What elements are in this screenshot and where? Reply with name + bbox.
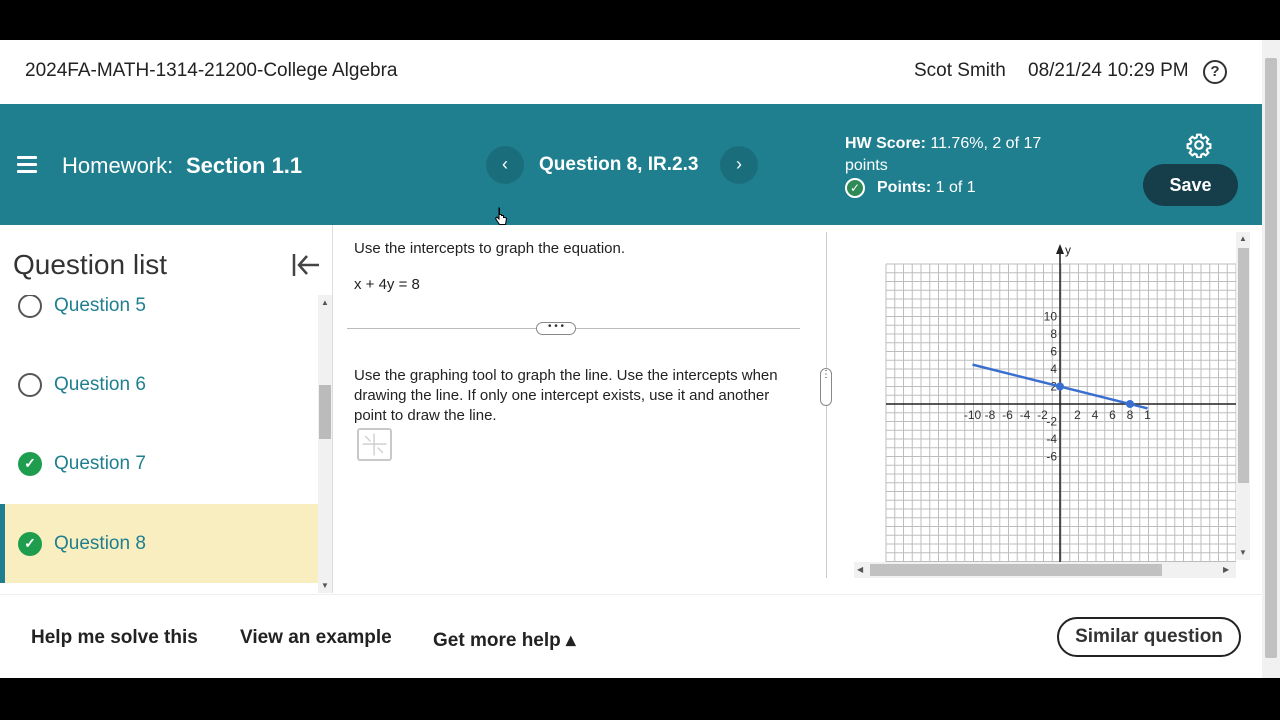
section-title: Section 1.1 (186, 153, 303, 178)
question-prompt: Use the intercepts to graph the equation… (354, 240, 626, 257)
plotted-point[interactable] (1126, 400, 1134, 408)
y-axis-label: y (1065, 243, 1071, 257)
scrollbar-thumb[interactable] (870, 564, 1162, 576)
x-tick-label: 1 (1144, 408, 1151, 422)
hw-score-label: HW Score: (845, 135, 926, 152)
y-tick-label: -4 (1046, 432, 1057, 446)
scroll-up-icon[interactable]: ▲ (1239, 234, 1247, 243)
question-list-scrollbar[interactable]: ▲ ▼ (318, 295, 332, 593)
unanswered-circle-icon (18, 295, 42, 318)
y-axis-arrow-icon (1056, 244, 1064, 254)
homework-label: Homework: (62, 153, 174, 178)
bottom-help-bar: Help me solve this View an example Get m… (0, 594, 1262, 678)
view-example-link[interactable]: View an example (240, 627, 392, 649)
x-tick-label: 6 (1109, 408, 1116, 422)
page-scrollbar[interactable] (1262, 40, 1280, 678)
scroll-right-icon[interactable]: ▶ (1223, 565, 1229, 574)
next-question-button[interactable]: › (720, 146, 758, 184)
coordinate-graph[interactable]: y-10 -8 -6 -4 -2 2 4 6 8 1108642-2-4-6 (854, 232, 1237, 562)
scroll-down-icon[interactable]: ▼ (321, 581, 329, 590)
question-label: Question 7 (54, 452, 146, 474)
app-frame: 2024FA-MATH-1314-21200-College Algebra S… (0, 40, 1280, 678)
plotted-point[interactable] (1056, 382, 1064, 391)
instruction-text: Use the graphing tool to graph the line.… (354, 367, 778, 424)
homework-nav: Homework: Section 1.1 ‹ Question 8, IR.2… (0, 104, 1262, 225)
unanswered-circle-icon (18, 372, 42, 397)
y-tick-label: 6 (1050, 345, 1057, 359)
y-tick-label: 8 (1050, 327, 1057, 341)
top-header: 2024FA-MATH-1314-21200-College Algebra S… (0, 40, 1262, 104)
course-title: 2024FA-MATH-1314-21200-College Algebra (25, 60, 398, 81)
check-circle-icon: ✓ (18, 451, 42, 476)
graph-horizontal-scrollbar[interactable]: ◀ ▶ (854, 562, 1236, 578)
scrollbar-thumb[interactable] (319, 385, 331, 439)
check-circle-icon: ✓ (845, 178, 865, 198)
question-label: Question 5 (54, 295, 146, 316)
mouse-cursor-icon (495, 207, 508, 225)
question-list-items: Question 5 Question 6 ✓ Question 7 ✓ Que… (0, 295, 318, 593)
y-tick-label: 4 (1050, 362, 1057, 376)
x-tick-label: -4 (1020, 408, 1031, 422)
scroll-down-icon[interactable]: ▼ (1239, 548, 1247, 557)
similar-question-button[interactable]: Similar question (1057, 617, 1241, 657)
help-me-solve-link[interactable]: Help me solve this (31, 627, 198, 649)
question-list-item[interactable]: Question 5 (0, 295, 318, 345)
gear-icon[interactable] (1186, 132, 1212, 158)
user-name: Scot Smith (914, 60, 1006, 81)
scrollbar-thumb[interactable] (1265, 58, 1277, 658)
datetime: 08/21/24 10:29 PM (1028, 60, 1189, 81)
x-tick-label: -6 (1002, 408, 1013, 422)
hamburger-menu-icon[interactable] (17, 156, 37, 173)
x-tick-label: 2 (1074, 408, 1081, 422)
previous-question-button[interactable]: ‹ (486, 146, 524, 184)
points-row: ✓ Points: 1 of 1 (845, 178, 976, 198)
points-value: 1 of 1 (935, 179, 976, 196)
scroll-up-icon[interactable]: ▲ (321, 298, 329, 307)
x-tick-label: 8 (1127, 408, 1134, 422)
question-list-item[interactable]: ✓ Question 7 (0, 424, 318, 503)
scroll-left-icon[interactable]: ◀ (857, 565, 863, 574)
x-tick-label: 4 (1092, 408, 1099, 422)
graph-area[interactable]: y -10 -8 -6 -4 -2 2 4 6 8 1 10 8 6 4 2 -2 -4 -6 (854, 232, 1250, 578)
x-tick-label: -10 (964, 408, 982, 422)
resize-handle[interactable]: ⋮ (820, 368, 832, 406)
question-list-item-active[interactable]: ✓ Question 8 (0, 504, 318, 583)
hw-score: HW Score: 11.76%, 2 of 17 points (845, 133, 1085, 177)
points-label: Points: (877, 179, 932, 196)
question-label: Question 8 (54, 532, 146, 554)
question-label: Question 6 (54, 373, 146, 395)
y-tick-label: -6 (1046, 450, 1057, 464)
y-tick-label: 10 (1044, 310, 1058, 324)
get-more-help-dropdown[interactable]: Get more help ▴ (433, 629, 576, 652)
question-content: Use the intercepts to graph the equation… (334, 225, 826, 593)
save-button[interactable]: Save (1143, 164, 1238, 206)
equation: x + 4y = 8 (354, 276, 420, 293)
check-circle-icon: ✓ (18, 531, 42, 556)
x-tick-label: -8 (985, 408, 996, 422)
graph-vertical-scrollbar[interactable]: ▲ ▼ (1236, 232, 1250, 560)
question-list-panel: Question list Question 5 Question 6 ✓ Qu… (0, 225, 333, 593)
y-tick-label: -2 (1046, 415, 1057, 429)
question-list-item[interactable]: Question 6 (0, 345, 318, 424)
help-icon[interactable]: ? (1203, 60, 1227, 84)
graph-tool-icon[interactable] (357, 428, 392, 461)
expand-dots-button[interactable]: • • • (536, 322, 576, 335)
question-title: Question 8, IR.2.3 (539, 154, 699, 175)
scrollbar-thumb[interactable] (1238, 248, 1249, 483)
question-list-title: Question list (13, 249, 168, 280)
collapse-panel-icon[interactable] (291, 251, 321, 279)
